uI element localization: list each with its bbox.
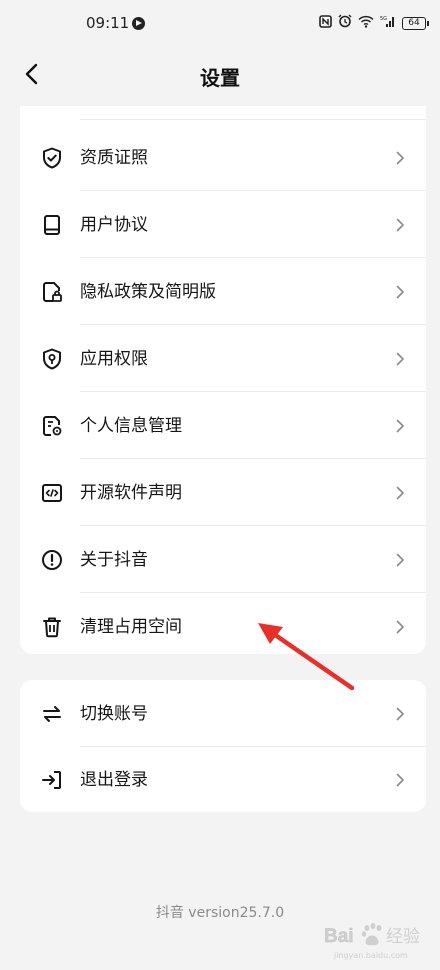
settings-item-label: 清理占用空间 (80, 616, 182, 637)
signal-icon: 5G (380, 15, 396, 33)
logout-icon (40, 768, 64, 792)
battery-icon: 64 (402, 17, 429, 30)
code-icon (40, 481, 64, 505)
baidu-jingyan-watermark: Bai 经验 jingyan.baidu.com (322, 916, 434, 964)
svg-text:经验: 经验 (386, 927, 420, 947)
alarm-icon (338, 14, 352, 33)
page-title: 设置 (200, 66, 240, 90)
divider (80, 119, 426, 120)
book-icon (40, 213, 64, 237)
settings-item-label: 切换账号 (80, 703, 148, 724)
chevron-right-icon (392, 351, 408, 367)
swap-icon (40, 702, 64, 726)
chevron-right-icon (392, 485, 408, 501)
settings-item-label: 用户协议 (80, 214, 148, 235)
document-gear-icon (40, 414, 64, 438)
settings-item-label: 开源软件声明 (80, 482, 182, 503)
settings-item-label: 资质证照 (80, 147, 148, 168)
status-icons: 5G 64 (319, 14, 429, 33)
settings-item-qualification[interactable]: 资质证照 (20, 124, 426, 191)
status-time: 09:11 (86, 14, 130, 32)
chevron-right-icon (392, 284, 408, 300)
chevron-right-icon (392, 706, 408, 722)
trash-icon (40, 615, 64, 639)
settings-item-label: 隐私政策及简明版 (80, 281, 216, 302)
settings-item-clear-storage[interactable]: 清理占用空间 (20, 593, 426, 660)
media-play-icon (132, 17, 145, 30)
info-circle-icon (40, 548, 64, 572)
chevron-right-icon (392, 552, 408, 568)
svg-text:jingyan.baidu.com: jingyan.baidu.com (333, 951, 408, 960)
settings-group-main: 资质证照 用户协议 隐私政策及简明版 应用权限 个人信息管理 开源软件声明 关于… (20, 106, 426, 654)
settings-item-personal-info[interactable]: 个人信息管理 (20, 392, 426, 459)
status-bar: 09:11 5G 64 (0, 0, 440, 46)
settings-group-account: 切换账号 退出登录 (20, 680, 426, 812)
settings-item-label: 退出登录 (80, 769, 148, 790)
shield-check-icon (40, 146, 64, 170)
settings-item-label: 关于抖音 (80, 549, 148, 570)
settings-item-open-source[interactable]: 开源软件声明 (20, 459, 426, 526)
settings-item-switch-account[interactable]: 切换账号 (20, 680, 426, 747)
settings-item-user-agreement[interactable]: 用户协议 (20, 191, 426, 258)
chevron-right-icon (392, 772, 408, 788)
svg-text:Bai: Bai (324, 926, 354, 947)
settings-item-label: 应用权限 (80, 348, 148, 369)
navigation-bar: 设置 (0, 46, 440, 104)
chevron-right-icon (392, 217, 408, 233)
settings-item-app-permissions[interactable]: 应用权限 (20, 325, 426, 392)
document-lock-icon (40, 280, 64, 304)
settings-item-privacy-policy[interactable]: 隐私政策及简明版 (20, 258, 426, 325)
settings-item-logout[interactable]: 退出登录 (20, 746, 426, 813)
settings-item-about[interactable]: 关于抖音 (20, 526, 426, 593)
wifi-icon (358, 15, 374, 33)
chevron-right-icon (392, 619, 408, 635)
settings-item-label: 个人信息管理 (80, 415, 182, 436)
chevron-right-icon (392, 150, 408, 166)
shield-location-icon (40, 347, 64, 371)
svg-text:5G: 5G (380, 16, 387, 22)
nfc-icon (319, 14, 332, 33)
chevron-right-icon (392, 418, 408, 434)
